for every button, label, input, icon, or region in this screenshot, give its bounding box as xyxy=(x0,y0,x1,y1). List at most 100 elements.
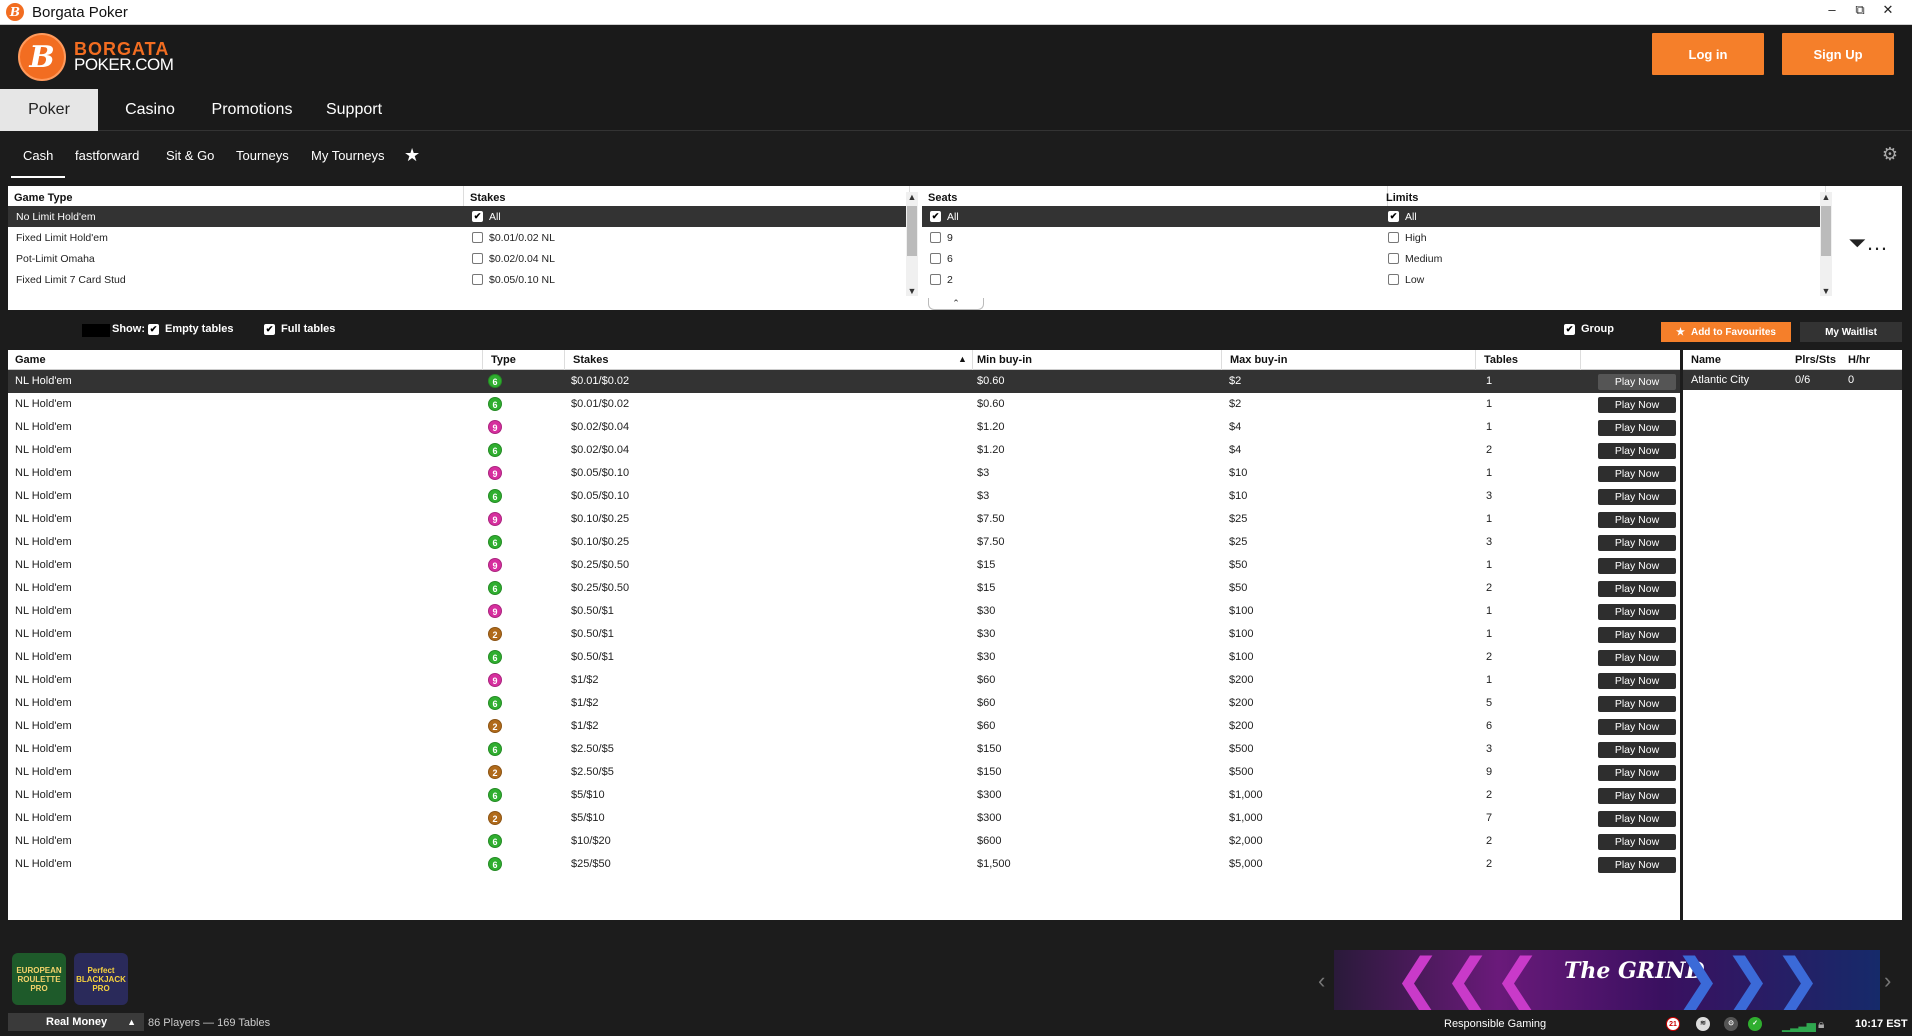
sort-asc-icon[interactable]: ▲ xyxy=(958,354,967,364)
table-row[interactable]: NL Hold'em $1/$2 $60 $200 1 9 Play Now xyxy=(8,669,1680,692)
table-row[interactable]: NL Hold'em $10/$20 $600 $2,000 2 6 Play Now xyxy=(8,830,1680,853)
tab-promotions[interactable]: Promotions xyxy=(202,89,302,131)
col-max-buyin[interactable]: Max buy-in xyxy=(1230,354,1287,366)
subtab-my-tourneys[interactable]: My Tourneys xyxy=(311,132,384,178)
play-now-button[interactable]: Play Now xyxy=(1598,834,1676,850)
side-row[interactable]: Atlantic City 0/6 0 xyxy=(1683,370,1902,390)
play-now-button[interactable]: Play Now xyxy=(1598,397,1676,413)
empty-tables-toggle[interactable]: ✔ Empty tables xyxy=(148,323,233,335)
table-row[interactable]: NL Hold'em $1/$2 $60 $200 6 2 Play Now xyxy=(8,715,1680,738)
checkbox-checked-icon[interactable]: ✔ xyxy=(1388,211,1399,222)
limits-option[interactable]: Low xyxy=(1380,269,1826,290)
my-waitlist-button[interactable]: My Waitlist xyxy=(1800,322,1902,342)
checkbox-icon[interactable] xyxy=(930,232,941,243)
checkbox-icon[interactable] xyxy=(472,274,483,285)
table-row[interactable]: NL Hold'em $5/$10 $300 $1,000 2 6 Play Now xyxy=(8,784,1680,807)
table-row[interactable]: NL Hold'em $25/$50 $1,500 $5,000 2 6 Play Now xyxy=(8,853,1680,876)
play-now-button[interactable]: Play Now xyxy=(1598,604,1676,620)
table-row[interactable]: NL Hold'em $0.01/$0.02 $0.60 $2 1 6 Play Now xyxy=(8,393,1680,416)
table-row[interactable]: NL Hold'em $0.50/$1 $30 $100 1 2 Play Now xyxy=(8,623,1680,646)
play-now-button[interactable]: Play Now xyxy=(1598,512,1676,528)
seats-option[interactable]: ✔ All xyxy=(922,206,1388,227)
table-row[interactable]: NL Hold'em $2.50/$5 $150 $500 9 2 Play Now xyxy=(8,761,1680,784)
game-type-option[interactable]: Fixed Limit Hold'em xyxy=(8,227,464,248)
limits-scrollbar[interactable]: ▲ ▼ xyxy=(1820,192,1832,296)
play-now-button[interactable]: Play Now xyxy=(1598,696,1676,712)
checkbox-checked-icon[interactable]: ✔ xyxy=(930,211,941,222)
col-type[interactable]: Type xyxy=(491,354,516,366)
checkbox-checked-icon[interactable]: ✔ xyxy=(264,323,275,335)
subtab-cash[interactable]: Cash xyxy=(10,132,66,178)
play-now-button[interactable]: Play Now xyxy=(1598,420,1676,436)
play-now-button[interactable]: Play Now xyxy=(1598,811,1676,827)
limits-option[interactable]: ✔ All xyxy=(1380,206,1826,227)
limits-option[interactable]: High xyxy=(1380,227,1826,248)
col-name[interactable]: Name xyxy=(1691,354,1721,366)
add-to-favourites-button[interactable]: ★ Add to Favourites xyxy=(1661,322,1791,342)
play-now-button[interactable]: Play Now xyxy=(1598,765,1676,781)
banner-next-icon[interactable]: › xyxy=(1884,968,1891,994)
table-row[interactable]: NL Hold'em $2.50/$5 $150 $500 3 6 Play Now xyxy=(8,738,1680,761)
borgata-logo[interactable]: B BORGATA POKER.COM xyxy=(18,33,174,81)
full-tables-toggle[interactable]: ✔ Full tables xyxy=(264,323,335,335)
play-now-button[interactable]: Play Now xyxy=(1598,581,1676,597)
seats-option[interactable]: 2 xyxy=(922,269,1388,290)
table-row[interactable]: NL Hold'em $0.05/$0.10 $3 $10 3 6 Play Now xyxy=(8,485,1680,508)
game-type-option[interactable]: Fixed Limit 7 Card Stud xyxy=(8,269,464,290)
responsible-gaming-link[interactable]: Responsible Gaming xyxy=(1444,1018,1546,1030)
filter-funnel-icon[interactable]: ⏷… xyxy=(1848,230,1888,256)
table-row[interactable]: NL Hold'em $0.50/$1 $30 $100 1 9 Play Now xyxy=(8,600,1680,623)
minimize-button[interactable]: – xyxy=(1818,2,1846,17)
play-now-button[interactable]: Play Now xyxy=(1598,673,1676,689)
checkbox-icon[interactable] xyxy=(930,274,941,285)
col-plrs-sts[interactable]: Plrs/Sts xyxy=(1795,354,1836,366)
table-row[interactable]: NL Hold'em $0.25/$0.50 $15 $50 2 6 Play Now xyxy=(8,577,1680,600)
stakes-option[interactable]: $0.01/0.02 NL xyxy=(464,227,910,248)
checkbox-icon[interactable] xyxy=(1388,253,1399,264)
table-row[interactable]: NL Hold'em $5/$10 $300 $1,000 7 2 Play Now xyxy=(8,807,1680,830)
checkbox-checked-icon[interactable]: ✔ xyxy=(472,211,483,222)
table-row[interactable]: NL Hold'em $0.01/$0.02 $0.60 $2 1 6 Play Now xyxy=(8,370,1680,393)
banner-prev-icon[interactable]: ‹ xyxy=(1318,968,1325,994)
subtab-sit-and-go[interactable]: Sit & Go xyxy=(166,132,214,178)
money-mode-select[interactable]: Real Money ▲ xyxy=(8,1013,144,1031)
table-row[interactable]: NL Hold'em $1/$2 $60 $200 5 6 Play Now xyxy=(8,692,1680,715)
login-button[interactable]: Log in xyxy=(1652,33,1764,75)
table-row[interactable]: NL Hold'em $0.05/$0.10 $3 $10 1 9 Play Now xyxy=(8,462,1680,485)
close-button[interactable]: ✕ xyxy=(1874,2,1902,18)
checkbox-icon[interactable] xyxy=(472,232,483,243)
game-type-option[interactable]: No Limit Hold'em xyxy=(8,206,464,227)
limits-option[interactable]: Medium xyxy=(1380,248,1826,269)
checkbox-icon[interactable] xyxy=(1388,274,1399,285)
collapse-filters-icon[interactable]: ⌃ xyxy=(928,298,984,310)
col-game[interactable]: Game xyxy=(15,354,46,366)
play-now-button[interactable]: Play Now xyxy=(1598,374,1676,390)
game-type-option[interactable]: Pot-Limit Omaha xyxy=(8,248,464,269)
play-now-button[interactable]: Play Now xyxy=(1598,627,1676,643)
col-tables[interactable]: Tables xyxy=(1484,354,1518,366)
play-now-button[interactable]: Play Now xyxy=(1598,788,1676,804)
play-now-button[interactable]: Play Now xyxy=(1598,443,1676,459)
checkbox-icon[interactable] xyxy=(472,253,483,264)
play-now-button[interactable]: Play Now xyxy=(1598,857,1676,873)
tab-casino[interactable]: Casino xyxy=(112,89,188,131)
play-now-button[interactable]: Play Now xyxy=(1598,466,1676,482)
play-now-button[interactable]: Play Now xyxy=(1598,558,1676,574)
blackjack-tile[interactable]: Perfect BLACKJACK PRO xyxy=(74,953,128,1005)
favourites-star-icon[interactable]: ★ xyxy=(404,132,420,178)
seats-option[interactable]: 9 xyxy=(922,227,1388,248)
tab-poker[interactable]: Poker xyxy=(0,89,98,131)
checkbox-icon[interactable] xyxy=(930,253,941,264)
seats-option[interactable]: 6 xyxy=(922,248,1388,269)
play-now-button[interactable]: Play Now xyxy=(1598,742,1676,758)
subtab-tourneys[interactable]: Tourneys xyxy=(236,132,289,178)
table-row[interactable]: NL Hold'em $0.10/$0.25 $7.50 $25 3 6 Play Now xyxy=(8,531,1680,554)
play-now-button[interactable]: Play Now xyxy=(1598,719,1676,735)
stakes-option[interactable]: ✔ All xyxy=(464,206,910,227)
checkbox-checked-icon[interactable]: ✔ xyxy=(148,323,159,335)
table-row[interactable]: NL Hold'em $0.50/$1 $30 $100 2 6 Play Now xyxy=(8,646,1680,669)
stakes-option[interactable]: $0.02/0.04 NL xyxy=(464,248,910,269)
checkbox-checked-icon[interactable]: ✔ xyxy=(1564,323,1575,335)
tab-support[interactable]: Support xyxy=(316,89,392,131)
settings-gear-icon[interactable]: ⚙ xyxy=(1880,144,1900,164)
